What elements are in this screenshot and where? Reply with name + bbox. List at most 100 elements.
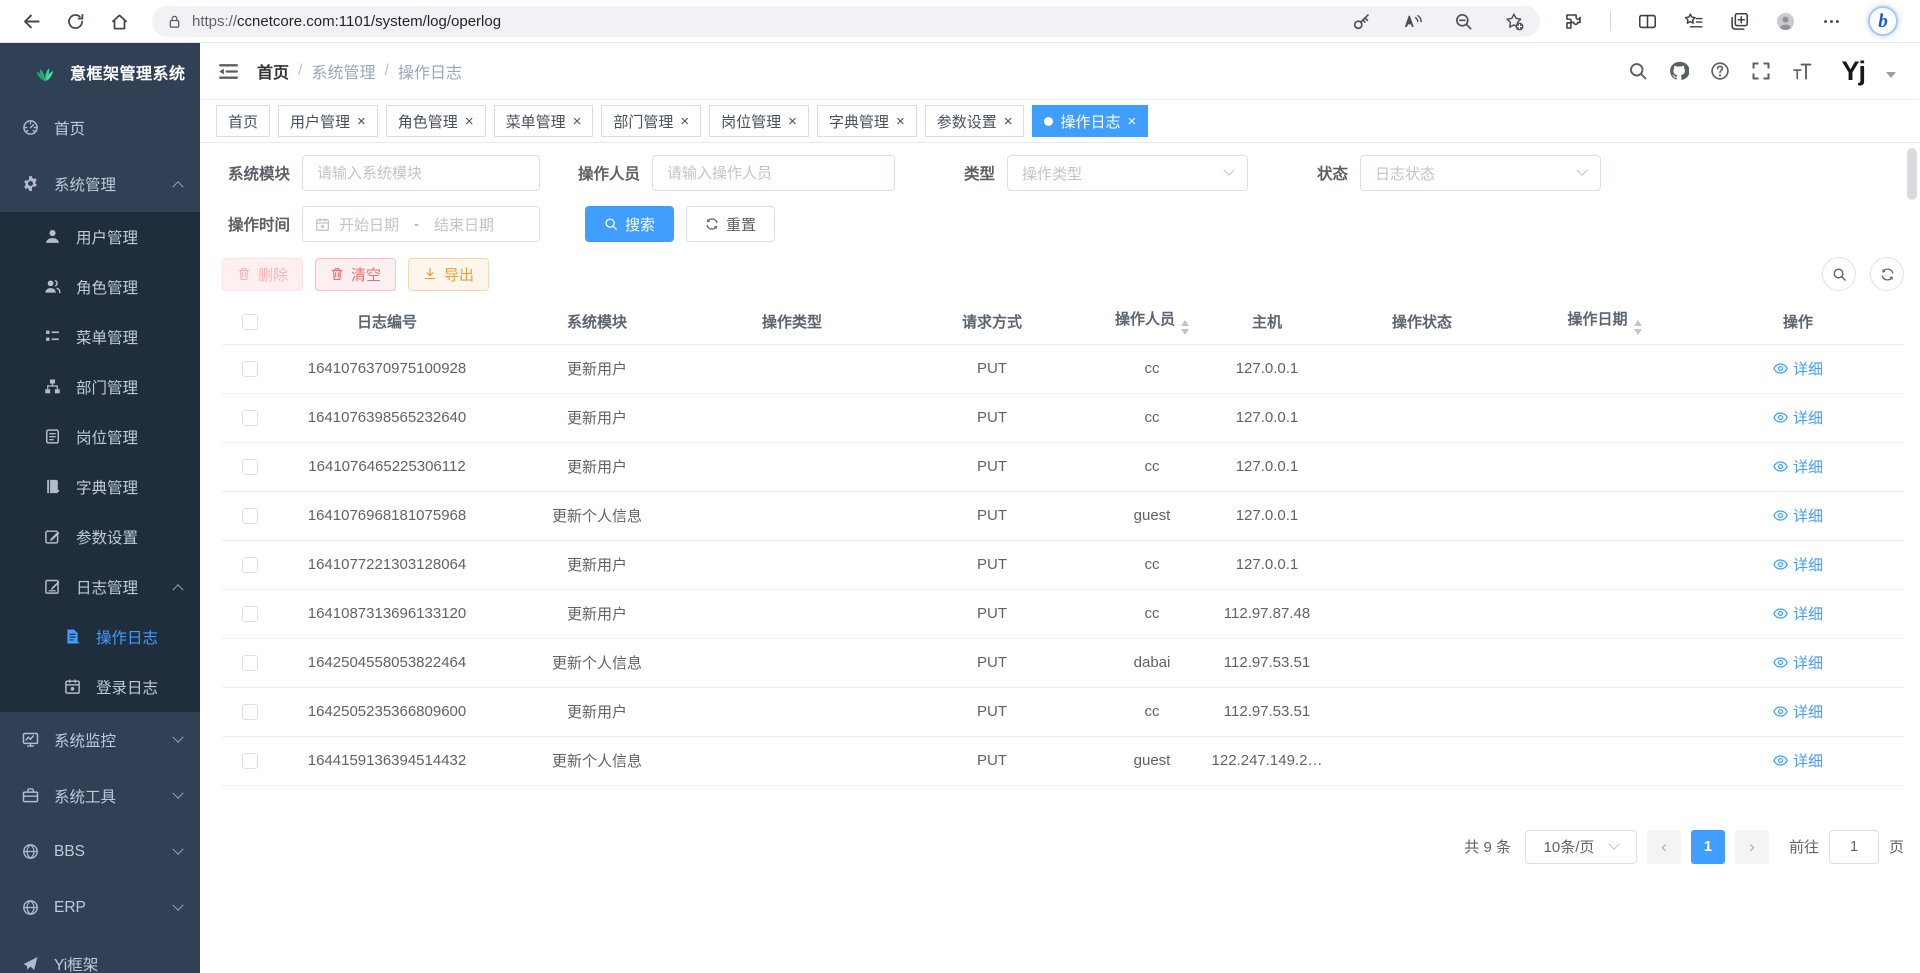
close-icon[interactable]: × [1004,114,1013,129]
font-size-icon[interactable] [1792,61,1812,81]
close-icon[interactable]: × [896,114,905,129]
tab[interactable]: 角色管理 × [386,105,486,137]
detail-link[interactable]: 详细 [1773,456,1823,477]
avatar-dropdown-caret[interactable] [1886,72,1896,78]
detail-link[interactable]: 详细 [1773,701,1823,722]
sidebar-item[interactable]: 操作日志 [0,612,200,662]
split-screen-icon[interactable] [1638,12,1657,31]
sort-control[interactable] [1181,320,1189,335]
extensions-icon[interactable] [1564,12,1583,31]
detail-link[interactable]: 详细 [1773,505,1823,526]
sidebar-item[interactable]: BBS [0,824,200,880]
read-aloud-icon[interactable] [1403,12,1422,31]
github-icon[interactable] [1669,61,1689,81]
sidebar-item[interactable]: 菜单管理 [0,312,200,362]
close-icon[interactable]: × [680,114,689,129]
type-select[interactable]: 操作类型 [1007,155,1248,191]
browser-refresh-button[interactable] [58,4,92,38]
user-avatar[interactable]: Yj [1841,58,1865,85]
sidebar-item[interactable]: 角色管理 [0,262,200,312]
sidebar-item[interactable]: 系统监控 [0,712,200,768]
tab[interactable]: 参数设置 × [925,105,1025,137]
tab[interactable]: 岗位管理 × [709,105,809,137]
detail-link[interactable]: 详细 [1773,407,1823,428]
sidebar-item[interactable]: 岗位管理 [0,412,200,462]
next-page-button[interactable]: › [1735,830,1769,864]
favorites-icon[interactable] [1684,12,1703,31]
tab[interactable]: 操作日志 × [1032,105,1148,137]
sidebar-item[interactable]: ERP [0,880,200,936]
tab[interactable]: 用户管理 × [278,105,378,137]
row-checkbox[interactable] [242,606,258,622]
address-bar[interactable]: https://ccnetcore.com:1101/system/log/op… [152,6,1540,37]
password-key-icon[interactable] [1352,12,1371,31]
sort-control[interactable] [1634,320,1642,335]
tab[interactable]: 部门管理 × [601,105,701,137]
tab[interactable]: 字典管理 × [817,105,917,137]
close-icon[interactable]: × [357,114,366,129]
row-checkbox[interactable] [242,704,258,720]
toggle-search-button[interactable] [1822,257,1856,291]
row-checkbox[interactable] [242,753,258,769]
detail-link[interactable]: 详细 [1773,358,1823,379]
browser-home-button[interactable] [102,4,136,38]
date-range-input[interactable]: 开始日期 - 结束日期 [302,206,540,242]
row-checkbox[interactable] [242,508,258,524]
tab[interactable]: 首页 [216,105,270,137]
detail-link[interactable]: 详细 [1773,554,1823,575]
status-select[interactable]: 日志状态 [1360,155,1601,191]
row-checkbox[interactable] [242,557,258,573]
tab[interactable]: 菜单管理 × [494,105,594,137]
row-checkbox[interactable] [242,361,258,377]
module-input[interactable] [302,155,540,191]
sidebar-item[interactable]: 系统工具 [0,768,200,824]
delete-button[interactable]: 删除 [222,258,303,291]
refresh-table-button[interactable] [1870,257,1904,291]
sidebar-item[interactable]: 部门管理 [0,362,200,412]
detail-link[interactable]: 详细 [1773,750,1823,771]
reset-button[interactable]: 重置 [686,206,775,242]
cell-log-id: 1642504558053822464 [277,638,497,687]
close-icon[interactable]: × [465,114,474,129]
prev-page-button[interactable]: ‹ [1647,830,1681,864]
goto-page-input[interactable] [1829,830,1879,864]
select-all-checkbox[interactable] [242,314,258,330]
search-button[interactable]: 搜索 [585,206,674,242]
bing-chat-icon[interactable]: b [1868,6,1898,36]
browser-profile-avatar[interactable] [1776,12,1795,31]
detail-link[interactable]: 详细 [1773,603,1823,624]
zoom-out-icon[interactable] [1454,12,1473,31]
page-size-select[interactable]: 10条/页 [1525,830,1637,864]
export-button[interactable]: 导出 [408,258,489,291]
close-icon[interactable]: × [1128,114,1137,129]
fullscreen-icon[interactable] [1751,61,1771,81]
row-checkbox[interactable] [242,459,258,475]
clear-button[interactable]: 清空 [315,258,396,291]
column-header: 主机 [1207,299,1327,344]
help-icon[interactable] [1710,61,1730,81]
collections-icon[interactable] [1730,12,1749,31]
row-checkbox[interactable] [242,655,258,671]
sidebar-item[interactable]: 日志管理 [0,562,200,612]
sidebar-item[interactable]: 参数设置 [0,512,200,562]
cell-module: 更新用户 [497,687,697,736]
detail-link[interactable]: 详细 [1773,652,1823,673]
current-page-button[interactable]: 1 [1691,830,1725,864]
close-icon[interactable]: × [788,114,797,129]
browser-more-icon[interactable] [1822,12,1841,31]
row-checkbox[interactable] [242,410,258,426]
cell-method: PUT [887,393,1097,442]
add-favorite-icon[interactable] [1505,12,1524,31]
sidebar-item[interactable]: 登录日志 [0,662,200,712]
operator-input[interactable] [652,155,895,191]
close-icon[interactable]: × [573,114,582,129]
sidebar-item[interactable]: 首页 [0,100,200,156]
sidebar-item[interactable]: 系统管理 [0,156,200,212]
sidebar-item[interactable]: 用户管理 [0,212,200,262]
sidebar-item[interactable]: Yi框架 [0,936,200,973]
sidebar-toggle-icon[interactable] [218,62,239,81]
search-icon[interactable] [1628,61,1648,81]
page-scrollbar[interactable] [1907,148,1917,200]
browser-back-button[interactable] [14,4,48,38]
sidebar-item[interactable]: 字典管理 [0,462,200,512]
